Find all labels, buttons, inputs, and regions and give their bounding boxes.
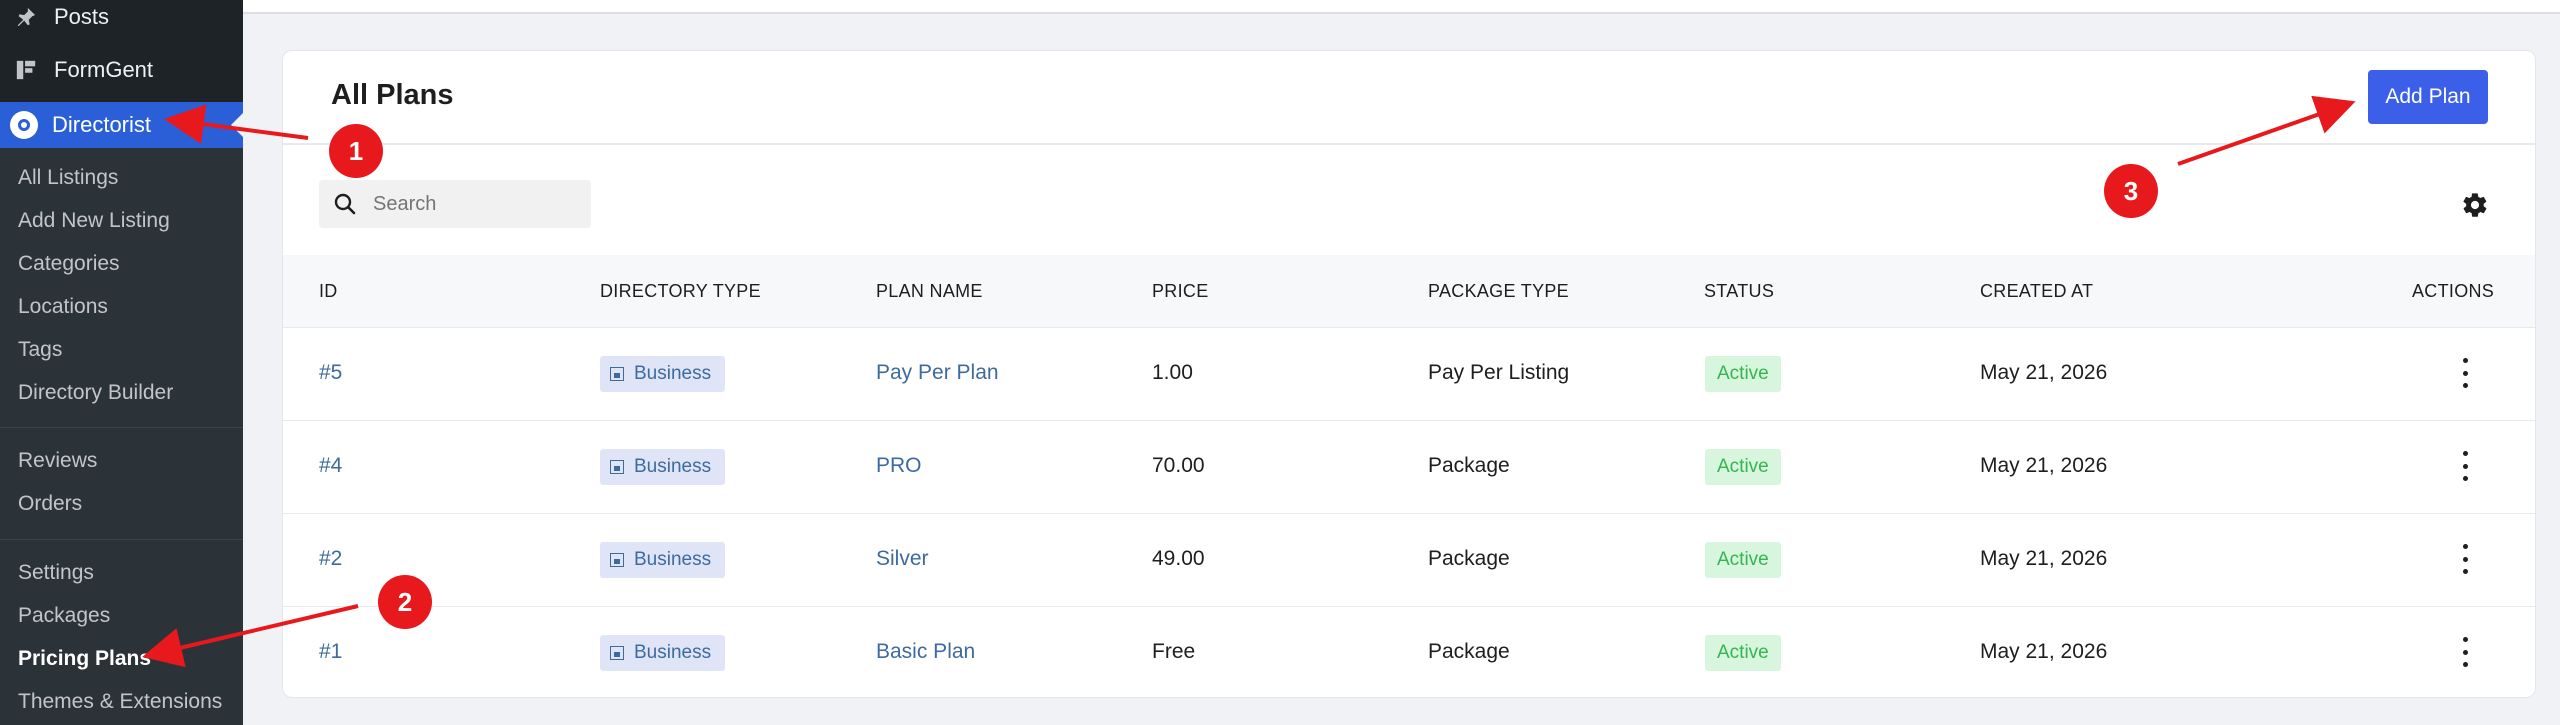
menu-formgent-label: FormGent	[54, 57, 154, 82]
directory-type-badge: Business	[600, 449, 726, 485]
table-row: #4 Business PRO 70.00 Package Active May…	[283, 421, 2535, 514]
submenu-packages[interactable]: Packages	[18, 601, 110, 631]
status-badge: Active	[1705, 635, 1781, 671]
price-cell: 49.00	[1152, 547, 1205, 570]
annotation-step-3: 3	[2104, 164, 2158, 218]
status-badge: Active	[1705, 542, 1781, 578]
created-at-cell: May 21, 2026	[1980, 547, 2108, 570]
menu-directorist[interactable]: Directorist	[0, 102, 243, 148]
created-at-cell: May 21, 2026	[1980, 640, 2108, 663]
plan-name-link[interactable]: Basic Plan	[876, 640, 975, 664]
directory-type-badge: Business	[600, 542, 726, 578]
submenu-themes-extensions[interactable]: Themes & Extensions	[18, 687, 222, 717]
menu-formgent[interactable]: FormGent	[0, 51, 243, 89]
package-type-cell: Package	[1428, 640, 1510, 663]
submenu-reviews[interactable]: Reviews	[18, 446, 97, 476]
menu-posts[interactable]: Posts	[0, 0, 243, 34]
package-type-cell: Package	[1428, 547, 1510, 570]
admin-sidebar: Posts FormGent Directorist All Listings …	[0, 0, 243, 725]
submenu-separator	[0, 427, 243, 428]
table-row: #2 Business Silver 49.00 Package Active …	[283, 514, 2535, 607]
row-id-link[interactable]: #4	[319, 454, 342, 478]
package-type-cell: Pay Per Listing	[1428, 361, 1570, 384]
table-row: #1 Business Basic Plan Free Package Acti…	[283, 607, 2535, 697]
image-icon	[610, 646, 624, 660]
row-actions-kebab-icon[interactable]	[2460, 544, 2470, 574]
card-divider	[283, 143, 2535, 145]
search-box[interactable]	[319, 180, 591, 228]
created-at-cell: May 21, 2026	[1980, 454, 2108, 477]
top-strip	[243, 0, 2560, 14]
image-icon	[610, 553, 624, 567]
col-status[interactable]: STATUS	[1704, 281, 1774, 302]
search-icon	[333, 192, 357, 216]
annotation-step-1: 1	[329, 124, 383, 178]
status-badge: Active	[1705, 356, 1781, 392]
status-badge: Active	[1705, 449, 1781, 485]
row-id-link[interactable]: #5	[319, 361, 342, 385]
plan-name-link[interactable]: PRO	[876, 454, 922, 478]
price-cell: 1.00	[1152, 361, 1193, 384]
row-actions-kebab-icon[interactable]	[2460, 451, 2470, 481]
price-cell: Free	[1152, 640, 1196, 663]
image-icon	[610, 460, 624, 474]
submenu-directory-builder[interactable]: Directory Builder	[18, 378, 173, 408]
submenu-separator	[0, 539, 243, 540]
row-id-link[interactable]: #2	[319, 547, 342, 571]
menu-posts-label: Posts	[54, 4, 110, 29]
directory-type-label: Business	[634, 456, 712, 477]
submenu-categories[interactable]: Categories	[18, 249, 120, 279]
col-actions: ACTIONS	[2412, 281, 2495, 301]
gear-icon[interactable]	[2461, 191, 2489, 219]
table-header: ID DIRECTORY TYPE PLAN NAME PRICE PACKAG…	[283, 255, 2535, 328]
submenu-all-listings[interactable]: All Listings	[18, 163, 118, 193]
menu-directorist-label: Directorist	[52, 112, 152, 137]
col-price[interactable]: PRICE	[1152, 281, 1209, 302]
created-at-cell: May 21, 2026	[1980, 361, 2108, 384]
add-plan-button[interactable]: Add Plan	[2368, 70, 2488, 124]
row-id-link[interactable]: #1	[319, 640, 342, 664]
submenu-add-new-listing[interactable]: Add New Listing	[18, 206, 170, 236]
pushpin-icon	[14, 5, 38, 29]
submenu-locations[interactable]: Locations	[18, 292, 108, 322]
search-input[interactable]	[373, 192, 573, 216]
submenu-settings[interactable]: Settings	[18, 558, 94, 588]
row-actions-kebab-icon[interactable]	[2460, 637, 2470, 667]
col-plan-name[interactable]: PLAN NAME	[876, 281, 983, 302]
plan-name-link[interactable]: Pay Per Plan	[876, 361, 999, 385]
price-cell: 70.00	[1152, 454, 1205, 477]
submenu-tags[interactable]: Tags	[18, 335, 62, 365]
directory-type-badge: Business	[600, 635, 726, 671]
directory-type-label: Business	[634, 363, 712, 384]
row-actions-kebab-icon[interactable]	[2460, 358, 2470, 388]
directory-type-label: Business	[634, 549, 712, 570]
col-package-type[interactable]: PACKAGE TYPE	[1428, 281, 1569, 302]
image-icon	[610, 367, 624, 381]
plans-card: All Plans Add Plan ID DIRECTORY TYPE PLA…	[282, 50, 2536, 698]
col-created-at[interactable]: CREATED AT	[1980, 281, 2093, 302]
current-menu-arrow	[231, 113, 243, 137]
directory-type-badge: Business	[600, 356, 726, 392]
col-directory-type[interactable]: DIRECTORY TYPE	[600, 281, 761, 302]
submenu-orders[interactable]: Orders	[18, 489, 82, 519]
directory-type-label: Business	[634, 642, 712, 663]
plan-name-link[interactable]: Silver	[876, 547, 929, 571]
annotation-step-2: 2	[378, 575, 432, 629]
package-type-cell: Package	[1428, 454, 1510, 477]
page-title: All Plans	[331, 79, 454, 111]
directorist-submenu: All Listings Add New Listing Categories …	[0, 148, 243, 725]
table-row: #5 Business Pay Per Plan 1.00 Pay Per Li…	[283, 328, 2535, 421]
directorist-logo-icon	[10, 111, 38, 139]
submenu-pricing-plans[interactable]: Pricing Plans	[18, 644, 151, 674]
col-id[interactable]: ID	[319, 281, 338, 302]
formgent-icon	[14, 58, 38, 82]
